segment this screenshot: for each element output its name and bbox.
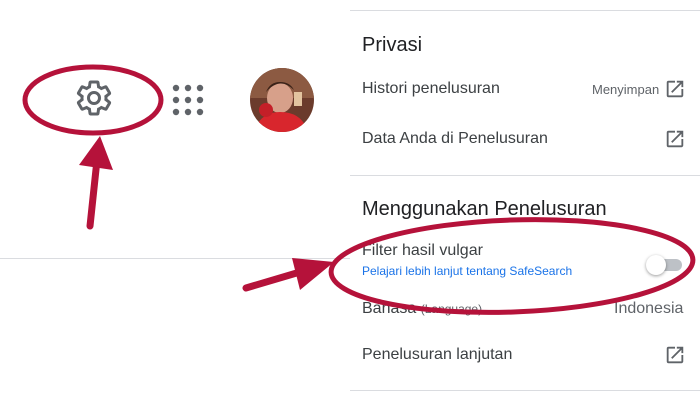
history-status: Menyimpan [592,82,660,97]
arrow-shaft-right [242,268,304,292]
apps-button[interactable] [168,80,208,120]
apps-grid-icon [172,84,204,116]
arrow-head-up [79,136,113,170]
safesearch-label: Filter hasil vulgar [362,242,483,259]
panel-top-divider [350,10,700,11]
panel-bottom-divider [350,390,700,391]
open-in-new-icon[interactable] [664,128,686,150]
search-history-link[interactable]: Histori penelusuran [362,80,500,98]
gear-icon [76,80,112,116]
settings-gear-icon[interactable] [74,78,114,118]
toggle-knob [646,255,666,275]
arrow-shaft-up [86,156,101,230]
arrow-head-right [292,258,334,290]
using-search-section-title: Menggunakan Penelusuran [362,198,607,220]
section-divider [350,175,700,176]
safesearch-learn-more-link[interactable]: Pelajari lebih lanjut tentang SafeSearch [362,264,572,278]
open-in-new-icon[interactable] [664,344,686,366]
avatar-image [250,68,314,132]
language-sublabel: (Language) [420,302,483,316]
your-data-link[interactable]: Data Anda di Penelusuran [362,130,548,148]
account-avatar[interactable] [250,68,314,132]
header-divider [0,258,350,259]
language-row[interactable]: Bahasa (Language) [362,300,482,318]
safesearch-toggle[interactable] [646,252,686,276]
open-in-new-icon[interactable] [664,78,686,100]
advanced-search-link[interactable]: Penelusuran lanjutan [362,346,512,364]
language-value[interactable]: Indonesia [614,300,683,318]
language-label: Bahasa [362,300,417,317]
settings-panel: Privasi Histori penelusuran Menyimpan Da… [350,0,700,400]
privacy-section-title: Privasi [362,34,423,56]
